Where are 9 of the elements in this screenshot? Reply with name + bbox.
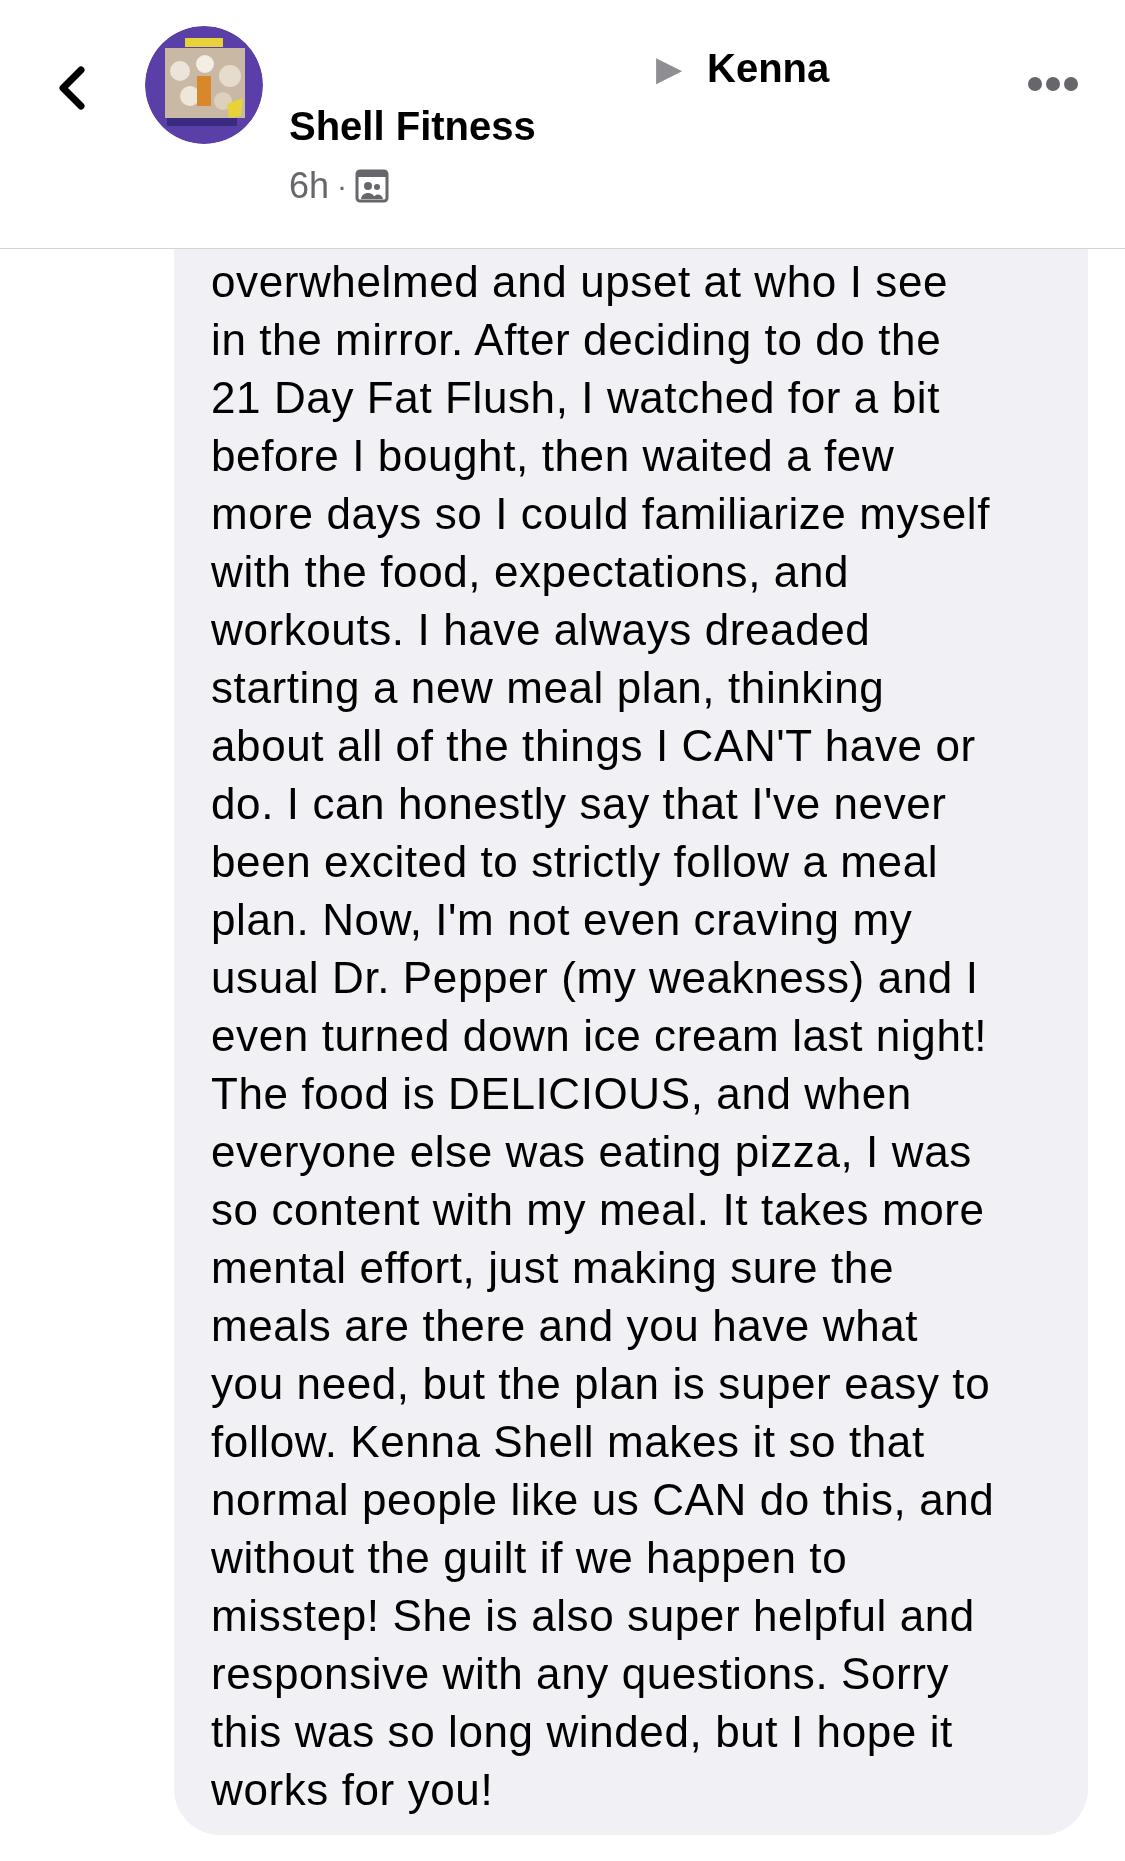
arrow-icon: ▶ [656,44,682,92]
more-icon[interactable] [1027,76,1079,92]
recipient-name[interactable]: Kenna [707,42,830,94]
separator: · [337,168,348,204]
comment-text: overwhelmed and upset at who I see in the mirror. After deciding to do the 21 Day Fat Flush, I watched for a bit before I bought, then waited a few more days so I could familiarize myself with the food, expectations, and workouts. I have always dreaded starting a new meal plan, thinking about all of the things I CAN'T have or do. I can honestly say that I've never been excited to strictly follow a meal plan. Now, I'm not even craving my usual Dr. Pepper (my weakness) and I even turned down ice cream last night! The food is DELICIOUS, and when everyone else was eating pizza, I was so content with my meal. It takes more mental effort, just making sure the meals are there and you have what you need, but the plan is super easy to follow. Kenna Shell makes it so that normal people like us CAN do this, and without the guilt if we happen to misstep! She is also super helpful and responsive with any questions. Sorry this was so long winded, but I hope it works for you! [211,256,996,1816]
back-icon[interactable] [56,66,86,110]
post-time: 6h [289,164,330,208]
author-name[interactable]: Shell Fitness [289,100,536,152]
group-icon [355,169,390,203]
